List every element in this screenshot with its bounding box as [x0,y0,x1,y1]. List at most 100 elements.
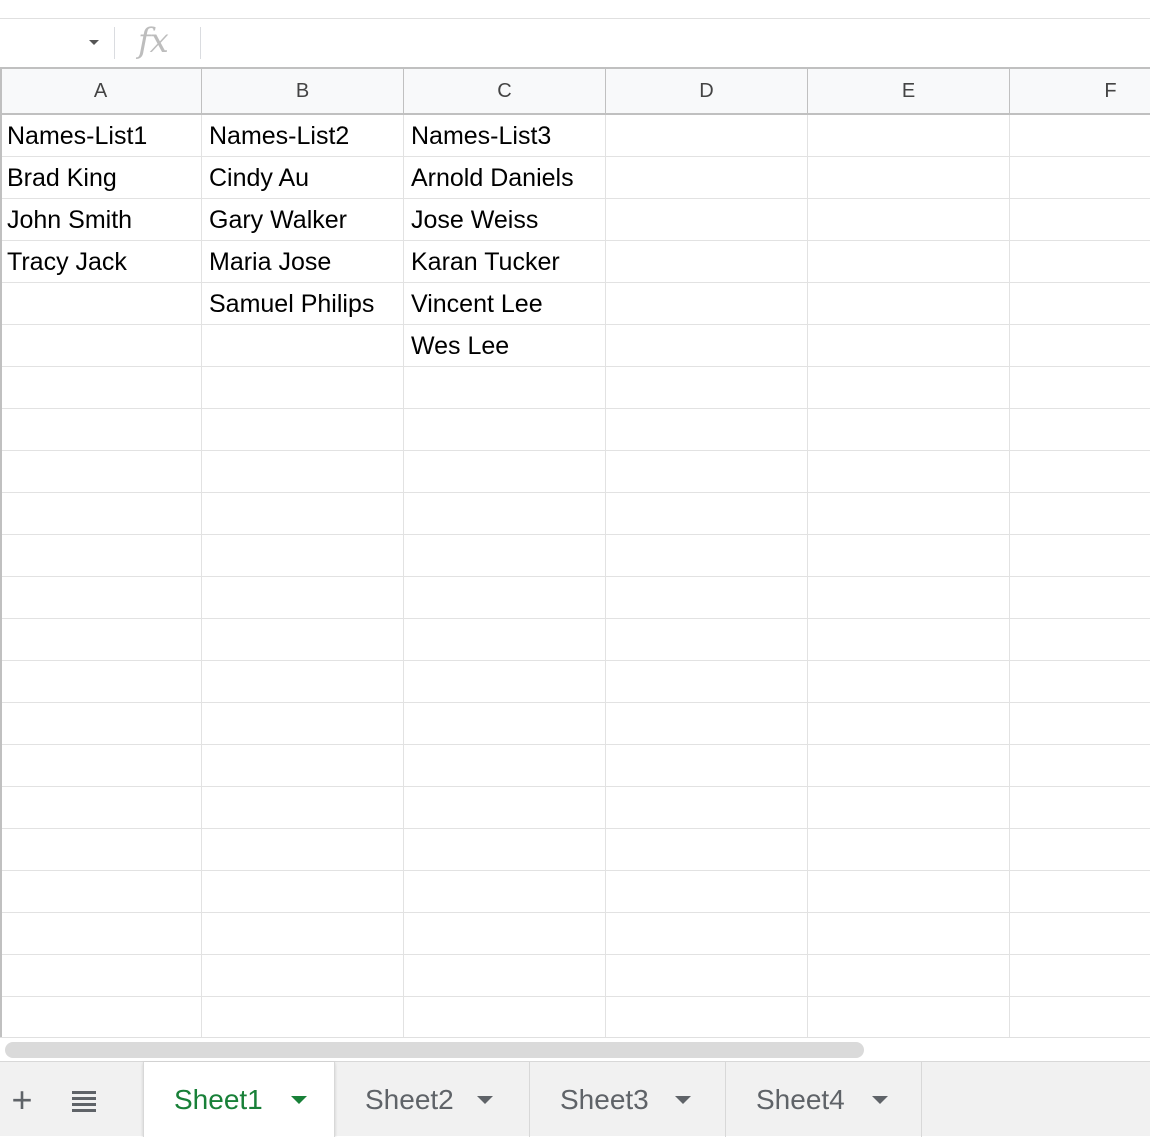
cell-e14[interactable] [808,661,1010,703]
cell-f6[interactable] [1010,325,1150,367]
cell-a21[interactable] [0,955,202,997]
cell-b12[interactable] [202,577,404,619]
cell-e21[interactable] [808,955,1010,997]
cell-c4[interactable]: Karan Tucker [404,241,606,283]
cell-c1[interactable]: Names-List3 [404,115,606,157]
cell-d20[interactable] [606,913,808,955]
cell-e22[interactable] [808,997,1010,1037]
column-header-a[interactable]: A [0,69,202,113]
cell-c16[interactable] [404,745,606,787]
cell-a12[interactable] [0,577,202,619]
cell-b10[interactable] [202,493,404,535]
cell-b1[interactable]: Names-List2 [202,115,404,157]
plus-icon[interactable]: + [2,1080,42,1120]
cell-f12[interactable] [1010,577,1150,619]
cell-e11[interactable] [808,535,1010,577]
cell-a5[interactable] [0,283,202,325]
cell-d16[interactable] [606,745,808,787]
cell-d17[interactable] [606,787,808,829]
cell-e3[interactable] [808,199,1010,241]
cell-c15[interactable] [404,703,606,745]
cell-d22[interactable] [606,997,808,1037]
cell-f10[interactable] [1010,493,1150,535]
cell-a11[interactable] [0,535,202,577]
cell-b15[interactable] [202,703,404,745]
cell-d6[interactable] [606,325,808,367]
cell-e12[interactable] [808,577,1010,619]
cell-f8[interactable] [1010,409,1150,451]
cell-b2[interactable]: Cindy Au [202,157,404,199]
cell-b8[interactable] [202,409,404,451]
cell-f19[interactable] [1010,871,1150,913]
cell-f22[interactable] [1010,997,1150,1037]
cell-c21[interactable] [404,955,606,997]
cell-a17[interactable] [0,787,202,829]
cell-a19[interactable] [0,871,202,913]
cell-f14[interactable] [1010,661,1150,703]
chevron-down-icon[interactable] [477,1096,493,1104]
cell-d4[interactable] [606,241,808,283]
cell-c20[interactable] [404,913,606,955]
cell-a16[interactable] [0,745,202,787]
chevron-down-icon[interactable] [872,1096,888,1104]
cell-c10[interactable] [404,493,606,535]
cell-c11[interactable] [404,535,606,577]
cell-a7[interactable] [0,367,202,409]
cell-e10[interactable] [808,493,1010,535]
cell-d8[interactable] [606,409,808,451]
cell-e5[interactable] [808,283,1010,325]
cell-b17[interactable] [202,787,404,829]
cell-d10[interactable] [606,493,808,535]
cell-f7[interactable] [1010,367,1150,409]
cell-f2[interactable] [1010,157,1150,199]
cell-c17[interactable] [404,787,606,829]
cell-d12[interactable] [606,577,808,619]
cell-b11[interactable] [202,535,404,577]
cell-a6[interactable] [0,325,202,367]
cell-a22[interactable] [0,997,202,1037]
cell-c3[interactable]: Jose Weiss [404,199,606,241]
cell-d11[interactable] [606,535,808,577]
cell-a3[interactable]: John Smith [0,199,202,241]
cell-b21[interactable] [202,955,404,997]
cell-d2[interactable] [606,157,808,199]
horizontal-scrollbar[interactable] [0,1037,1150,1062]
cell-e18[interactable] [808,829,1010,871]
cell-f4[interactable] [1010,241,1150,283]
cell-e13[interactable] [808,619,1010,661]
cell-a15[interactable] [0,703,202,745]
column-header-b[interactable]: B [202,69,404,113]
cell-c19[interactable] [404,871,606,913]
cell-e16[interactable] [808,745,1010,787]
cell-e1[interactable] [808,115,1010,157]
cell-a8[interactable] [0,409,202,451]
name-box[interactable] [0,19,112,67]
cell-c2[interactable]: Arnold Daniels [404,157,606,199]
cell-c12[interactable] [404,577,606,619]
cell-d14[interactable] [606,661,808,703]
cell-b20[interactable] [202,913,404,955]
cell-c9[interactable] [404,451,606,493]
cell-a18[interactable] [0,829,202,871]
cell-a20[interactable] [0,913,202,955]
column-header-d[interactable]: D [606,69,808,113]
cell-f13[interactable] [1010,619,1150,661]
cell-a13[interactable] [0,619,202,661]
cell-f15[interactable] [1010,703,1150,745]
cell-a2[interactable]: Brad King [0,157,202,199]
cell-c18[interactable] [404,829,606,871]
cell-f21[interactable] [1010,955,1150,997]
cell-f20[interactable] [1010,913,1150,955]
tab-sheet4[interactable]: Sheet4 [726,1062,922,1137]
cell-c6[interactable]: Wes Lee [404,325,606,367]
cell-c13[interactable] [404,619,606,661]
cell-c5[interactable]: Vincent Lee [404,283,606,325]
cell-d21[interactable] [606,955,808,997]
cell-a14[interactable] [0,661,202,703]
cell-b19[interactable] [202,871,404,913]
tab-sheet1[interactable]: Sheet1 [143,1062,335,1137]
cell-e8[interactable] [808,409,1010,451]
column-header-f[interactable]: F [1010,69,1150,113]
cell-b5[interactable]: Samuel Philips [202,283,404,325]
cell-a4[interactable]: Tracy Jack [0,241,202,283]
